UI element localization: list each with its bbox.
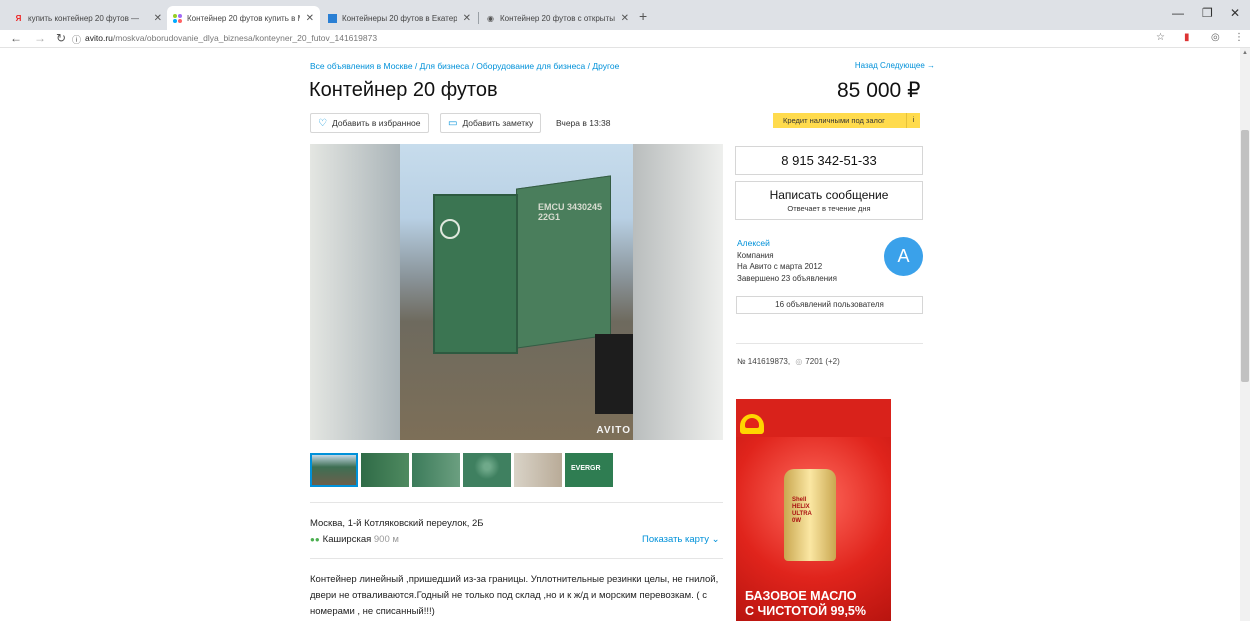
thumbnail[interactable] [310, 453, 358, 487]
credit-banner[interactable]: Кредит наличными под залог i [773, 113, 920, 128]
user-ads-button[interactable]: 16 объявлений пользователя [736, 296, 923, 314]
container-front [433, 194, 518, 354]
listing-meta: № 141619873, ◎ 7201 (+2) [737, 357, 840, 366]
minimize-icon[interactable]: — [1172, 6, 1184, 20]
page-title: Контейнер 20 футов [309, 79, 498, 101]
info-icon[interactable]: i [906, 113, 920, 128]
close-window-icon[interactable]: ✕ [1230, 6, 1240, 20]
thumbnail[interactable] [514, 453, 562, 487]
browser-tab-bar: Я купить контейнер 20 футов — ✕ Контейне… [0, 0, 1250, 30]
close-tab-icon[interactable]: ✕ [621, 13, 629, 24]
next-link[interactable]: Следующее → [880, 61, 935, 70]
new-tab-button[interactable]: + [639, 8, 647, 24]
scrollbar-thumb[interactable] [1241, 130, 1249, 382]
heart-icon: ♡ [318, 117, 327, 129]
thumbnail[interactable] [412, 453, 460, 487]
tab-avito-active[interactable]: Контейнер 20 футов купить в М ✕ [167, 6, 320, 30]
shell-logo-icon [740, 414, 764, 434]
shell-ad-banner[interactable]: Shell HELIX ULTRA 0W БАЗОВОЕ МАСЛО С ЧИС… [736, 399, 891, 621]
divider [310, 502, 723, 503]
note-icon: ▭ [448, 117, 458, 129]
show-map-link[interactable]: Показать карту ⌄ [642, 534, 720, 545]
tab-containers-open[interactable]: ◉ Контейнер 20 футов с открыты ✕ [480, 6, 635, 30]
banner-slogan: БАЗОВОЕ МАСЛО С ЧИСТОТОЙ 99,5% [745, 589, 866, 618]
forklift [595, 334, 633, 414]
close-tab-icon[interactable]: ✕ [463, 13, 471, 24]
add-note-button[interactable]: ▭ Добавить заметку [440, 113, 542, 133]
add-favorite-button[interactable]: ♡ Добавить в избранное [310, 113, 429, 133]
photo-blur-right [633, 144, 723, 440]
thumbnail[interactable] [361, 453, 409, 487]
metro-info: ●● Каширская 900 м [310, 534, 399, 545]
chevron-down-icon: ⌄ [711, 534, 720, 545]
posted-date: Вчера в 13:38 [556, 118, 611, 128]
bottle-label: Shell HELIX ULTRA 0W [792, 497, 812, 524]
photo-blur-left [310, 144, 400, 440]
seller-info: Алексей Компания На Авито с марта 2012 З… [737, 238, 837, 283]
address-bar: ← → ↻ ⓘ avito.ru/moskva/oborudovanie_dly… [0, 30, 1250, 48]
restore-icon[interactable]: ❐ [1202, 6, 1213, 20]
tab-separator [478, 12, 479, 24]
photo-thumbnails: EVERGR [310, 453, 616, 487]
avatar[interactable]: A [884, 237, 923, 276]
avito-icon [173, 13, 182, 23]
close-tab-icon[interactable]: ✕ [154, 13, 162, 24]
back-arrow-icon[interactable]: ← [10, 31, 22, 45]
forward-arrow-icon[interactable]: → [34, 31, 46, 45]
main-photo[interactable]: EMCU 3430245 22G1 AVITO [310, 144, 723, 440]
phone-button[interactable]: 8 915 342-51-33 [735, 146, 923, 175]
container-code: EMCU 3430245 22G1 [538, 202, 603, 222]
thumbnail[interactable] [463, 453, 511, 487]
thumbnail[interactable]: EVERGR [565, 453, 613, 487]
close-tab-icon[interactable]: ✕ [306, 13, 314, 24]
eye-icon: ◉ [487, 13, 494, 23]
menu-dots-icon[interactable]: ⋮ [1234, 32, 1244, 43]
seller-name[interactable]: Алексей [737, 238, 837, 250]
bookmark-star-icon[interactable]: ☆ [1156, 32, 1165, 43]
description: Контейнер линейный ,пришедший из-за гран… [310, 574, 719, 617]
price: 85 000 ₽ [837, 79, 921, 102]
metro-icon: ●● [310, 535, 320, 544]
url-field[interactable]: avito.ru/moskva/oborudovanie_dlya_biznes… [85, 33, 377, 43]
send-message-button[interactable]: Написать сообщение Отвечает в течение дн… [735, 181, 923, 220]
divider [736, 343, 923, 344]
container-image: EMCU 3430245 22G1 [400, 144, 633, 440]
reload-icon[interactable]: ↻ [56, 31, 66, 45]
yandex-icon: Я [15, 13, 22, 23]
address: Москва, 1-й Котляковский переулок, 2Б [310, 518, 484, 529]
eye-icon: ◎ [795, 357, 803, 366]
divider [310, 558, 723, 559]
info-icon[interactable]: ⓘ [72, 33, 81, 46]
thumbnail-label: EVERGR [571, 465, 601, 472]
site-icon [328, 13, 337, 23]
container-logo [440, 219, 460, 239]
tab-containers-ekb[interactable]: Контейнеры 20 футов в Екатер ✕ [322, 6, 477, 30]
photo-watermark: AVITO [596, 425, 631, 436]
profile-icon[interactable]: ◎ [1211, 32, 1220, 43]
tab-yandex-search[interactable]: Я купить контейнер 20 футов — ✕ [8, 6, 168, 30]
breadcrumb[interactable]: Все объявления в Москве / Для бизнеса / … [310, 61, 619, 71]
back-link[interactable]: Назад [855, 61, 878, 70]
extension-icon[interactable]: ▮ [1184, 32, 1190, 43]
listing-navigation: Назад Следующее → [855, 61, 935, 70]
scroll-up-icon[interactable]: ▲ [1242, 50, 1248, 56]
